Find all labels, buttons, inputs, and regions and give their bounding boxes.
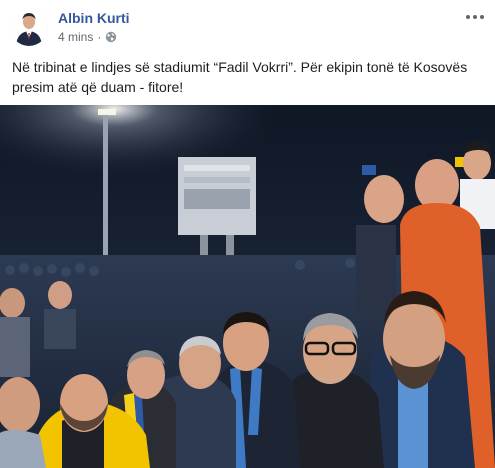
post-meta: 4 mins · [58,30,117,44]
post-timestamp[interactable]: 4 mins [58,30,93,44]
author-avatar[interactable] [10,8,48,46]
more-options-icon [466,15,484,19]
meta-separator: · [97,30,102,44]
author-name-link[interactable]: Albin Kurti [58,10,130,26]
post-photo[interactable] [0,105,495,468]
more-options-button[interactable] [463,6,487,28]
post-header: Albin Kurti 4 mins · [0,0,495,52]
stadium-group-photo [0,105,495,468]
post-text: Në tribinat e lindjes së stadiumit “Fadi… [12,59,468,95]
globe-icon[interactable] [105,31,117,43]
avatar-image [10,8,48,46]
